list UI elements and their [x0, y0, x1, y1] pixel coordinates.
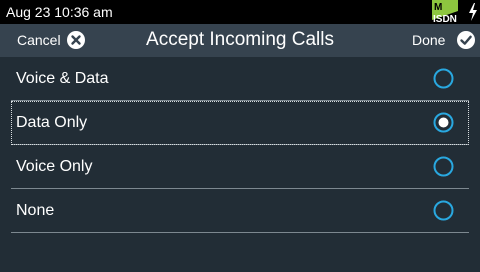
check-circle-icon[interactable]	[457, 31, 475, 49]
radio-unselected-icon[interactable]	[433, 68, 454, 89]
header-bar: Cancel Accept Incoming Calls Done	[0, 24, 480, 57]
close-circle-icon[interactable]	[67, 31, 85, 49]
option-label: Data Only	[16, 114, 88, 131]
option-voice-only[interactable]: Voice Only	[11, 145, 469, 189]
isdn-network-icon: M ISDN	[432, 0, 458, 24]
option-label: None	[16, 202, 55, 219]
option-label: Voice Only	[16, 158, 93, 175]
page-title: Accept Incoming Calls	[146, 29, 334, 50]
lightning-bolt-icon	[469, 3, 477, 21]
network-mode-bottom: ISDN	[433, 14, 457, 24]
option-none[interactable]: None	[11, 189, 469, 233]
status-datetime: Aug 23 10:36 am	[6, 4, 113, 20]
option-voice-and-data[interactable]: Voice & Data	[11, 57, 469, 101]
radio-unselected-icon[interactable]	[433, 156, 454, 177]
status-bar: Aug 23 10:36 am M ISDN	[0, 0, 480, 24]
radio-unselected-icon[interactable]	[433, 200, 454, 221]
option-list: Voice & Data Data Only Voice Only None	[11, 57, 469, 233]
option-label: Voice & Data	[16, 70, 109, 87]
network-mode-top: M	[434, 2, 442, 13]
done-button[interactable]: Done	[412, 32, 445, 48]
option-data-only[interactable]: Data Only	[11, 101, 469, 145]
radio-selected-icon[interactable]	[433, 112, 454, 133]
cancel-button[interactable]: Cancel	[17, 32, 61, 48]
